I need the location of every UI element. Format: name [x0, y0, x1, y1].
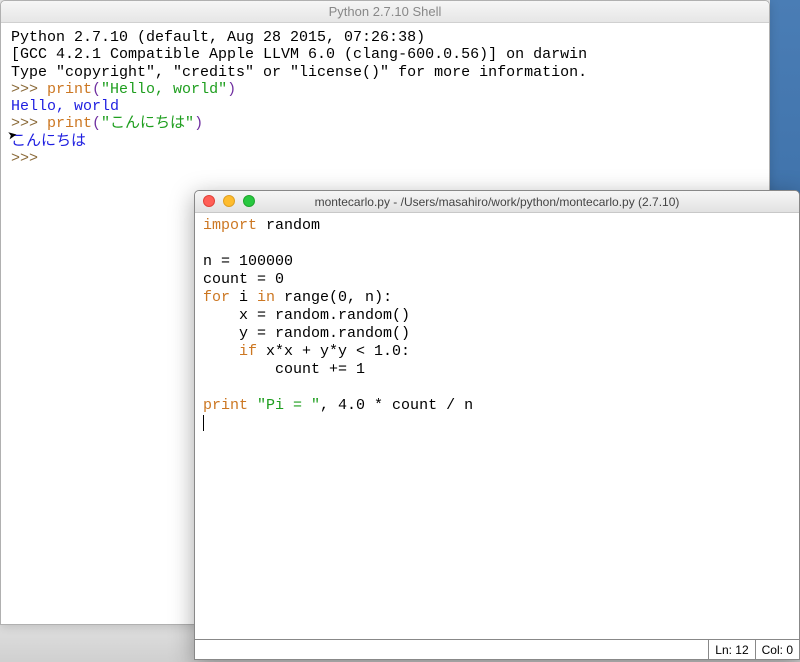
editor-titlebar[interactable]: montecarlo.py - /Users/masahiro/work/pyt… [195, 191, 799, 213]
editor-body[interactable]: import random n = 100000 count = 0 for i… [195, 213, 799, 437]
code-keyword: import [203, 217, 257, 234]
shell-output: Hello, world [11, 98, 119, 115]
shell-banner-line: Type "copyright", "credits" or "license(… [11, 64, 587, 81]
shell-title: Python 2.7.10 Shell [329, 4, 442, 19]
status-line: Ln: 12 [708, 640, 754, 659]
code-keyword: print [203, 397, 248, 414]
code-keyword: print [47, 81, 92, 98]
code-paren: ( [92, 115, 101, 132]
code-text [203, 343, 239, 360]
close-icon[interactable] [203, 195, 215, 207]
code-text: x = random.random() [203, 307, 410, 324]
code-text: count = 0 [203, 271, 284, 288]
code-string: "Hello, world" [101, 81, 227, 98]
maximize-icon[interactable] [243, 195, 255, 207]
code-keyword: for [203, 289, 230, 306]
shell-banner-line: Python 2.7.10 (default, Aug 28 2015, 07:… [11, 29, 434, 46]
minimize-icon[interactable] [223, 195, 235, 207]
code-paren: ( [92, 81, 101, 98]
code-keyword: in [257, 289, 275, 306]
code-text: i [230, 289, 257, 306]
code-text [248, 397, 257, 414]
shell-body[interactable]: Python 2.7.10 (default, Aug 28 2015, 07:… [1, 23, 769, 173]
editor-statusbar: Ln: 12 Col: 0 [195, 639, 799, 659]
editor-title: montecarlo.py - /Users/masahiro/work/pyt… [195, 195, 799, 209]
status-col: Col: 0 [755, 640, 799, 659]
shell-titlebar[interactable]: Python 2.7.10 Shell [1, 1, 769, 23]
code-text: y = random.random() [203, 325, 410, 342]
shell-output: こんにちは [11, 133, 86, 150]
shell-banner-line: [GCC 4.2.1 Compatible Apple LLVM 6.0 (cl… [11, 46, 587, 63]
code-text: random [257, 217, 320, 234]
editor-window[interactable]: montecarlo.py - /Users/masahiro/work/pyt… [194, 190, 800, 660]
code-text: , 4.0 * count / n [320, 397, 473, 414]
code-string: "Pi = " [257, 397, 320, 414]
code-text: n = 100000 [203, 253, 293, 270]
code-text: count += 1 [203, 361, 365, 378]
code-text: range(0, n): [275, 289, 392, 306]
code-keyword: print [47, 115, 92, 132]
text-caret-icon [203, 415, 204, 431]
code-keyword: if [239, 343, 257, 360]
code-text: x*x + y*y < 1.0: [257, 343, 410, 360]
shell-prompt: >>> [11, 150, 47, 167]
window-controls [195, 195, 255, 207]
code-string: "こんにちは" [101, 115, 194, 132]
shell-prompt: >>> [11, 81, 47, 98]
code-paren: ) [194, 115, 203, 132]
code-paren: ) [227, 81, 236, 98]
